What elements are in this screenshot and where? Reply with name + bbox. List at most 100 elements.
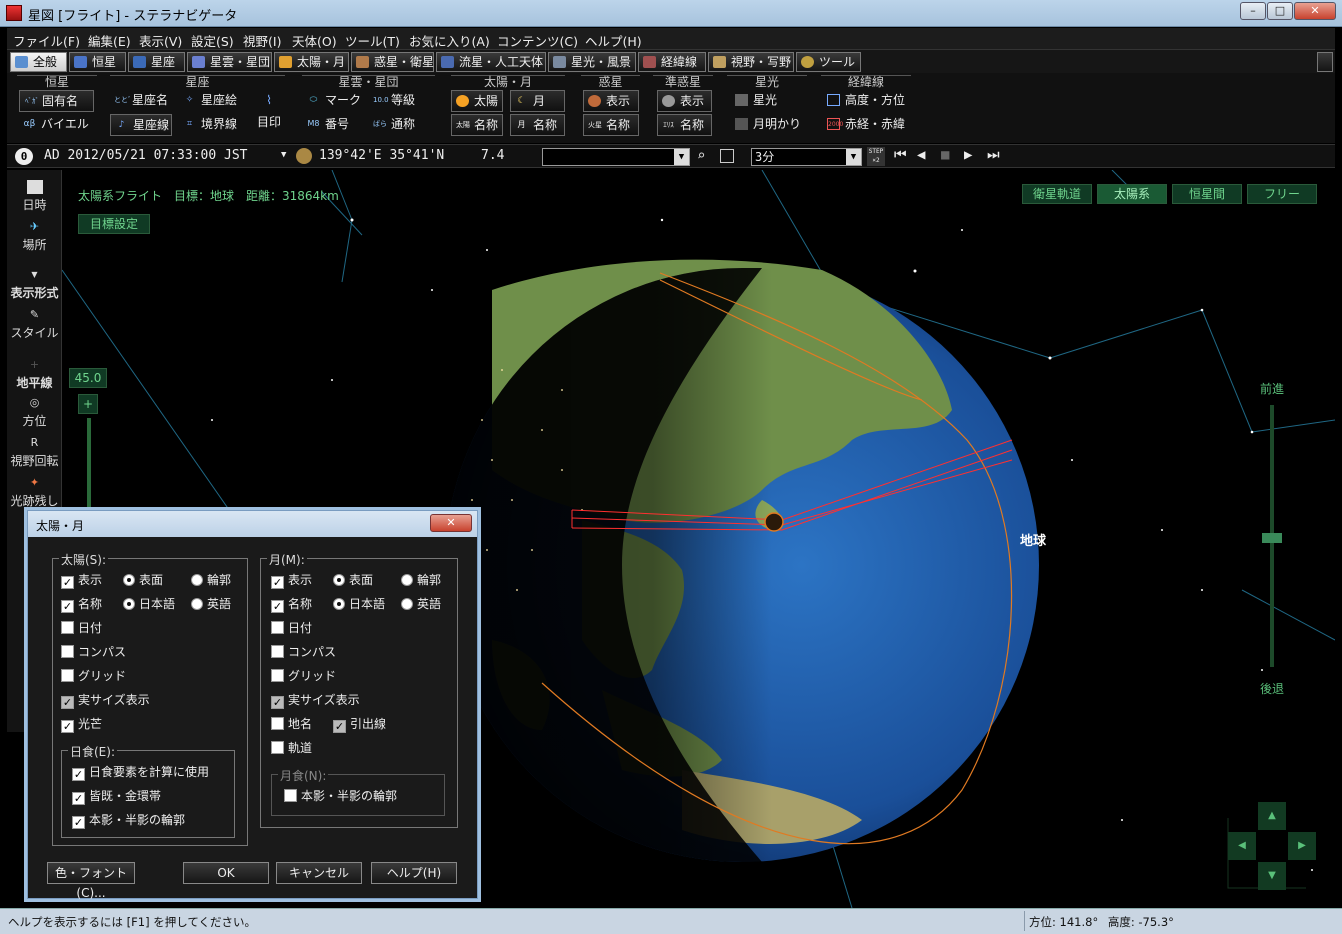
eclipse-shadow-checkbox[interactable]: ✓ 本影・半影の輪郭 xyxy=(72,813,185,829)
lunar-shadow-checkbox[interactable]: 本影・半影の輪郭 xyxy=(284,789,397,805)
step-forward-icon[interactable]: ▶ xyxy=(964,147,972,163)
menu-file[interactable]: ファイル(F) xyxy=(13,31,80,50)
chevron-down-icon[interactable]: ▼ xyxy=(846,149,861,165)
tab-meteors[interactable]: 流星・人工天体 xyxy=(436,52,546,72)
starlight-button[interactable]: 星光 xyxy=(731,90,801,112)
bayer-button[interactable]: αβ バイエル xyxy=(19,114,99,136)
moon-surface-radio[interactable]: 表面 xyxy=(333,573,373,589)
list-icon[interactable] xyxy=(720,149,734,163)
moon-grid-checkbox[interactable]: グリッド xyxy=(271,669,336,685)
moon-show-checkbox[interactable]: ✓ 表示 xyxy=(271,573,312,589)
sidebar-rotation[interactable]: R 視野回転 xyxy=(7,436,62,469)
sun-surface-radio[interactable]: 表面 xyxy=(123,573,163,589)
mode-free[interactable]: フリー xyxy=(1247,184,1317,204)
step-back-icon[interactable]: ◀ xyxy=(917,147,925,163)
zoom-slider[interactable] xyxy=(87,418,91,518)
search-icon[interactable]: ⌕ xyxy=(697,148,713,164)
sun-grid-checkbox[interactable]: グリッド xyxy=(61,669,126,685)
moon-date-checkbox[interactable]: 日付 xyxy=(271,621,312,637)
rewind-icon[interactable]: ⏮ xyxy=(894,147,907,163)
nebula-mark-button[interactable]: ⬭ マーク xyxy=(303,90,363,112)
chevron-down-icon[interactable]: ▼ xyxy=(281,150,286,160)
tab-planets[interactable]: 惑星・衛星 xyxy=(351,52,434,72)
speed-slider[interactable] xyxy=(1262,405,1282,667)
sun-glare-checkbox[interactable]: ✓ 光芒 xyxy=(61,717,102,733)
tab-nebulae[interactable]: 星雲・星団 xyxy=(187,52,272,72)
mode-satellite-orbit[interactable]: 衛星軌道 xyxy=(1022,184,1092,204)
sidebar-direction[interactable]: ◎ 方位 xyxy=(7,396,62,429)
target-button[interactable]: 目標設定 xyxy=(78,214,150,234)
tab-gridlines[interactable]: 経緯線 xyxy=(638,52,706,72)
moon-leader-checkbox[interactable]: ✓ 引出線 xyxy=(333,717,386,733)
stop-icon[interactable]: ■ xyxy=(941,147,949,163)
dwarf-show-button[interactable]: 表示 xyxy=(657,90,712,112)
moon-realsize-checkbox[interactable]: ✓ 実サイズ表示 xyxy=(271,693,360,709)
menu-view[interactable]: 表示(V) xyxy=(139,31,182,50)
moon-name-checkbox[interactable]: ✓ 名称 xyxy=(271,597,312,613)
boundary-button[interactable]: ⌗ 境界線 xyxy=(179,114,249,136)
sun-date-checkbox[interactable]: 日付 xyxy=(61,621,102,637)
location-field[interactable]: 139°42'E 35°41'N xyxy=(319,148,444,163)
menu-contents[interactable]: コンテンツ(C) xyxy=(497,31,578,50)
mode-interstellar[interactable]: 恒星間 xyxy=(1172,184,1242,204)
tab-constellations[interactable]: 星座 xyxy=(128,52,185,72)
tab-field[interactable]: 視野・写野 xyxy=(708,52,794,72)
ok-button[interactable]: OK xyxy=(183,862,269,884)
maximize-button[interactable]: □ xyxy=(1267,2,1293,20)
menu-edit[interactable]: 編集(E) xyxy=(88,31,131,50)
sun-compass-checkbox[interactable]: コンパス xyxy=(61,645,126,661)
sun-button[interactable]: 太陽 xyxy=(451,90,503,112)
zoom-in-button[interactable]: + xyxy=(78,394,98,414)
radec-button[interactable]: 2000 赤経・赤緯 xyxy=(823,114,913,136)
help-button[interactable]: ヘルプ(H) xyxy=(371,862,457,884)
tab-stars[interactable]: 恒星 xyxy=(69,52,126,72)
planet-name-button[interactable]: 火星 名称 xyxy=(583,114,639,136)
step-multiplier-button[interactable]: STEP ×2 xyxy=(867,147,885,166)
sidebar-style[interactable]: ✎ スタイル xyxy=(7,308,62,341)
moon-button[interactable]: ☾ 月 xyxy=(510,90,565,112)
pan-right-button[interactable]: ▶ xyxy=(1288,832,1316,860)
cancel-button[interactable]: キャンセル xyxy=(276,862,362,884)
sidebar-horizon[interactable]: + 地平線 xyxy=(7,358,62,391)
value-field[interactable]: 7.4 xyxy=(481,148,504,163)
nebula-mag-button[interactable]: 10.0 等級 xyxy=(369,90,429,112)
menu-settings[interactable]: 設定(S) xyxy=(191,31,234,50)
dialog-close-button[interactable]: ✕ xyxy=(430,514,472,532)
sun-japanese-radio[interactable]: 日本語 xyxy=(123,597,175,613)
search-combobox[interactable]: ▼ xyxy=(542,148,690,166)
pan-left-button[interactable]: ◀ xyxy=(1228,832,1256,860)
toolbar-toggle-button[interactable] xyxy=(1317,52,1333,72)
constellation-name-button[interactable]: ととﾞ 星座名 xyxy=(110,90,180,112)
moon-name-button[interactable]: 月名称 xyxy=(510,114,565,136)
step-select[interactable]: 3分 ▼ xyxy=(751,148,862,166)
chevron-down-icon[interactable]: ▼ xyxy=(674,149,689,165)
datetime-field[interactable]: AD 2012/05/21 07:33:00 JST xyxy=(44,148,248,163)
moon-compass-checkbox[interactable]: コンパス xyxy=(271,645,336,661)
menu-field[interactable]: 視野(I) xyxy=(243,31,281,50)
sidebar-datetime[interactable]: 日時 xyxy=(7,180,62,213)
date-badge[interactable]: 0 xyxy=(15,148,33,165)
pan-up-button[interactable]: ▲ xyxy=(1258,802,1286,830)
constellation-art-button[interactable]: ✧ 星座絵 xyxy=(179,90,249,112)
sun-english-radio[interactable]: 英語 xyxy=(191,597,231,613)
menu-favorites[interactable]: お気に入り(A) xyxy=(409,31,490,50)
eclipse-calc-checkbox[interactable]: ✓ 日食要素を計算に使用 xyxy=(72,765,209,781)
eclipse-total-checkbox[interactable]: ✓ 皆既・金環帯 xyxy=(72,789,161,805)
fast-forward-icon[interactable]: ⏭ xyxy=(987,147,1000,163)
mark-button[interactable]: ⌇ 目印 xyxy=(251,93,287,131)
sun-outline-radio[interactable]: 輪郭 xyxy=(191,573,231,589)
tab-starlight[interactable]: 星光・風景 xyxy=(548,52,636,72)
sun-show-checkbox[interactable]: ✓ 表示 xyxy=(61,573,102,589)
sun-name-button[interactable]: 太陽 名称 xyxy=(451,114,503,136)
sidebar-display[interactable]: ▼ 表示形式 xyxy=(7,268,62,301)
pan-down-button[interactable]: ▼ xyxy=(1258,862,1286,890)
tab-tools[interactable]: ツール xyxy=(796,52,861,72)
menu-objects[interactable]: 天体(O) xyxy=(292,31,337,50)
altaz-button[interactable]: 高度・方位 xyxy=(823,90,913,112)
menu-help[interactable]: ヘルプ(H) xyxy=(585,31,642,50)
sidebar-trail[interactable]: ✦ 光跡残し xyxy=(7,476,62,509)
planet-show-button[interactable]: 表示 xyxy=(583,90,639,112)
moon-outline-radio[interactable]: 輪郭 xyxy=(401,573,441,589)
minimize-button[interactable]: – xyxy=(1240,2,1266,20)
dwarf-name-button[interactable]: ｴﾘｽ 名称 xyxy=(657,114,712,136)
